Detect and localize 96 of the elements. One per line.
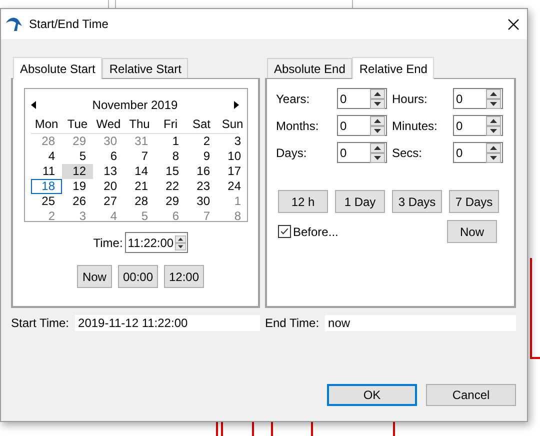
- calendar-day[interactable]: 8: [217, 209, 248, 224]
- app-icon: [5, 15, 23, 33]
- calendar-day[interactable]: 30: [93, 134, 124, 149]
- spin-arrows-icon[interactable]: [174, 232, 186, 252]
- calendar-day[interactable]: 2: [31, 209, 62, 224]
- tab[interactable]: Relative Start: [102, 58, 188, 78]
- calendar-day[interactable]: 15: [155, 164, 186, 179]
- calendar-day[interactable]: 29: [155, 194, 186, 209]
- close-icon[interactable]: [508, 18, 519, 30]
- tab[interactable]: Relative End: [352, 57, 434, 79]
- number-field[interactable]: 0: [453, 88, 503, 109]
- weekday-label: Sun: [220, 117, 244, 131]
- checkbox-label[interactable]: Before...: [293, 224, 338, 238]
- number-field[interactable]: 0: [337, 115, 387, 136]
- calendar-day[interactable]: 13: [93, 164, 124, 179]
- weekday-label: Mon: [34, 117, 60, 131]
- summary-label: End Time:: [265, 316, 320, 330]
- calendar-day[interactable]: 5: [62, 149, 93, 164]
- tab[interactable]: Absolute End: [267, 58, 352, 78]
- preset-button[interactable]: 1 Day: [335, 190, 385, 213]
- time-field[interactable]: 11:22:00: [124, 232, 188, 253]
- next-month-icon[interactable]: [234, 101, 239, 109]
- field-label: Minutes:: [392, 118, 438, 132]
- summary-value: now: [325, 315, 516, 331]
- spin-arrows-icon[interactable]: [370, 88, 385, 108]
- field-label: Secs:: [392, 146, 424, 160]
- checkbox[interactable]: [278, 225, 291, 238]
- calendar-day[interactable]: 20: [93, 179, 124, 194]
- calendar-day[interactable]: 19: [62, 179, 93, 194]
- calendar-day[interactable]: 18: [31, 179, 62, 194]
- time-button[interactable]: 00:00: [118, 265, 158, 288]
- summary-value: 2019-11-12 11:22:00: [75, 315, 260, 331]
- calendar-day[interactable]: 7: [124, 149, 155, 164]
- calendar-day[interactable]: 28: [124, 194, 155, 209]
- calendar-day[interactable]: 31: [124, 134, 155, 149]
- spin-arrows-icon[interactable]: [486, 142, 501, 162]
- preset-button[interactable]: 7 Days: [449, 190, 499, 213]
- spin-arrows-icon[interactable]: [486, 88, 501, 108]
- number-field[interactable]: 0: [453, 115, 503, 136]
- calendar-day[interactable]: 14: [124, 164, 155, 179]
- calendar-day[interactable]: 16: [186, 164, 217, 179]
- calendar-day[interactable]: 25: [31, 194, 62, 209]
- window-title: Start/End Time: [29, 17, 110, 31]
- weekday-label: Sat: [191, 117, 212, 131]
- summary-label: Start Time:: [11, 316, 70, 330]
- calendar-day[interactable]: 21: [124, 179, 155, 194]
- calendar-day[interactable]: 8: [155, 149, 186, 164]
- calendar-day[interactable]: 28: [31, 134, 62, 149]
- calendar-day[interactable]: 6: [155, 209, 186, 224]
- calendar-day[interactable]: 24: [217, 179, 248, 194]
- calendar-day[interactable]: 22: [155, 179, 186, 194]
- month-title: November 2019: [92, 98, 178, 112]
- calendar-day[interactable]: 27: [93, 194, 124, 209]
- calendar-day[interactable]: 12: [62, 164, 93, 179]
- calendar-day[interactable]: 3: [62, 209, 93, 224]
- weekday-label: Wed: [95, 117, 122, 131]
- spin-arrows-icon[interactable]: [370, 142, 385, 162]
- calendar-day[interactable]: 6: [93, 149, 124, 164]
- calendar-day[interactable]: 3: [217, 134, 248, 149]
- dialog-button[interactable]: OK: [327, 384, 417, 406]
- now-button[interactable]: Now: [447, 220, 497, 243]
- tab[interactable]: Absolute Start: [13, 57, 102, 79]
- weekday-label: Thu: [128, 117, 151, 131]
- weekday-label: Fri: [162, 117, 178, 131]
- calendar-day[interactable]: 1: [155, 134, 186, 149]
- calendar-day[interactable]: 7: [186, 209, 217, 224]
- field-label: Months:: [276, 118, 320, 132]
- number-field[interactable]: 0: [337, 88, 387, 109]
- calendar-day[interactable]: 23: [186, 179, 217, 194]
- preset-button[interactable]: 3 Days: [392, 190, 442, 213]
- field-label: Days:: [276, 146, 308, 160]
- calendar-day[interactable]: 10: [217, 149, 248, 164]
- calendar-day[interactable]: 2: [186, 134, 217, 149]
- calendar-day[interactable]: 1: [217, 194, 248, 209]
- calendar-day[interactable]: 4: [31, 149, 62, 164]
- time-button[interactable]: Now: [76, 265, 112, 288]
- calendar-day[interactable]: 9: [186, 149, 217, 164]
- calendar-day[interactable]: 5: [124, 209, 155, 224]
- spin-arrows-icon[interactable]: [370, 116, 385, 136]
- calendar-day[interactable]: 29: [62, 134, 93, 149]
- previous-month-icon[interactable]: [31, 101, 36, 109]
- number-field[interactable]: 0: [337, 142, 387, 163]
- weekday-label: Tue: [66, 117, 89, 131]
- field-label: Hours:: [392, 92, 428, 106]
- calendar-day[interactable]: 30: [186, 194, 217, 209]
- spin-arrows-icon[interactable]: [486, 116, 501, 136]
- time-button[interactable]: 12:00: [164, 265, 204, 288]
- preset-button[interactable]: 12 h: [278, 190, 328, 213]
- field-label: Years:: [276, 92, 311, 106]
- calendar-day[interactable]: 17: [217, 164, 248, 179]
- calendar-day[interactable]: 4: [93, 209, 124, 224]
- calendar-day[interactable]: 26: [62, 194, 93, 209]
- number-field[interactable]: 0: [453, 142, 503, 163]
- dialog-button[interactable]: Cancel: [426, 384, 516, 406]
- calendar-day[interactable]: 11: [31, 164, 62, 179]
- time-label: Time:: [93, 236, 123, 250]
